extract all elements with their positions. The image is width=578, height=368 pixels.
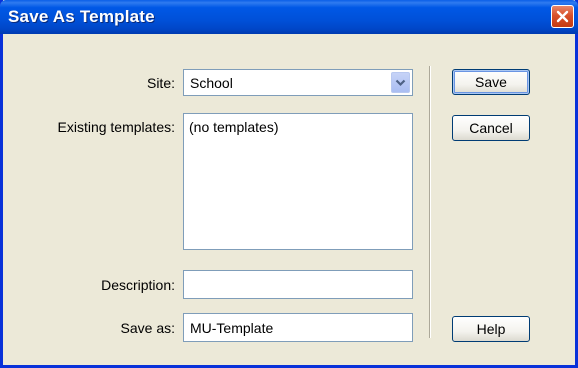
chevron-down-icon	[395, 79, 406, 86]
close-icon	[556, 10, 569, 23]
site-select[interactable]: School	[183, 69, 413, 96]
site-label: Site:	[146, 75, 175, 91]
save-button[interactable]: Save	[452, 69, 530, 95]
existing-templates-label: Existing templates:	[57, 119, 176, 135]
cancel-button[interactable]: Cancel	[452, 115, 530, 141]
title-bar[interactable]: Save As Template	[0, 0, 578, 34]
list-item[interactable]: (no templates)	[189, 119, 407, 135]
site-select-value: School	[190, 74, 233, 91]
dialog-window: Save As Template Site: School Existing t…	[0, 0, 578, 368]
site-dropdown-button[interactable]	[391, 72, 410, 93]
close-button[interactable]	[551, 5, 574, 28]
vertical-divider	[429, 66, 431, 338]
description-input[interactable]	[183, 270, 413, 299]
save-as-label: Save as:	[120, 320, 175, 336]
help-button[interactable]: Help	[452, 316, 530, 342]
window-title: Save As Template	[8, 7, 155, 26]
description-label: Description:	[101, 277, 175, 293]
existing-templates-list[interactable]: (no templates)	[183, 113, 413, 250]
save-as-input-value: MU-Template	[190, 319, 274, 336]
save-as-input[interactable]: MU-Template	[183, 313, 413, 342]
